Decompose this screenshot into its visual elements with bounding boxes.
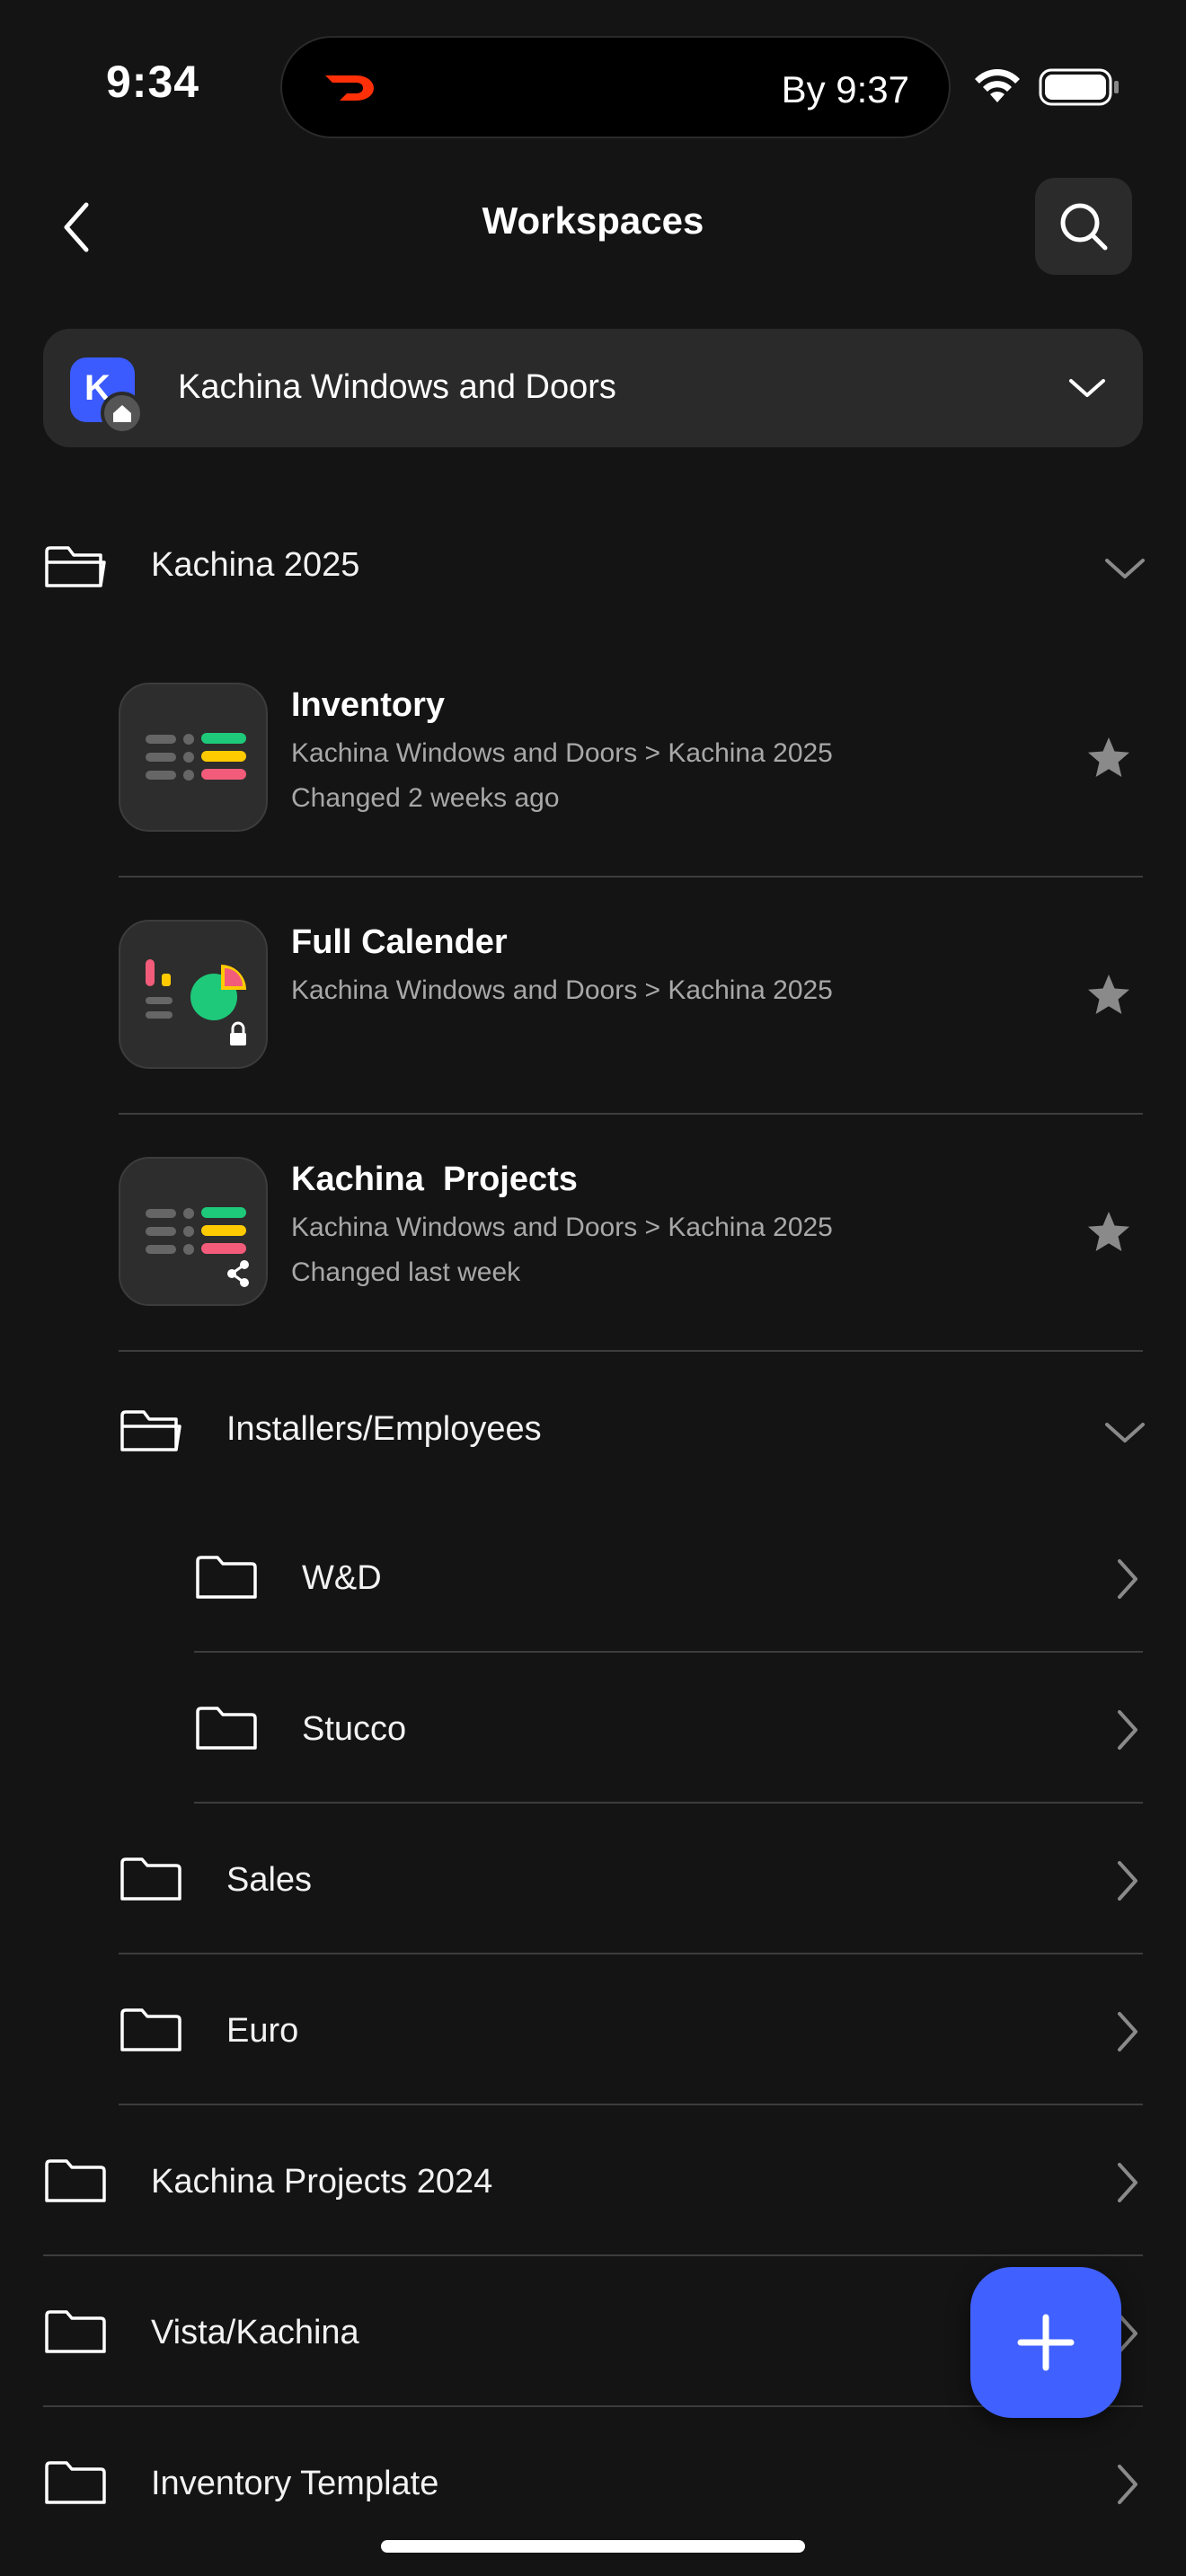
folder-icon: [45, 2310, 106, 2353]
folder-label: Installers/Employees: [226, 1410, 542, 1448]
board-item-full-calender[interactable]: Full Calender Kachina Windows and Doors …: [119, 920, 1143, 1074]
chevron-down-icon: [1105, 1423, 1145, 1442]
chevron-down-icon: [1105, 559, 1145, 578]
divider: [119, 2104, 1143, 2105]
workspace-avatar: K: [70, 357, 144, 435]
divider: [119, 876, 1143, 878]
board-path: Kachina Windows and Doors > Kachina 2025: [291, 738, 833, 768]
table-board-icon: [146, 1207, 249, 1287]
home-indicator[interactable]: [381, 2540, 805, 2553]
battery-icon: [1039, 68, 1119, 106]
doordash-icon: [325, 75, 374, 101]
folder-open-icon: [45, 546, 106, 587]
board-title: Full Calender: [291, 923, 508, 961]
board-icon: [119, 683, 268, 832]
workspace-name: Kachina Windows and Doors: [178, 368, 616, 406]
chevron-right-icon: [1118, 2012, 1137, 2051]
board-title: Kachina Projects: [291, 1160, 578, 1198]
workspace-selector[interactable]: K Kachina Windows and Doors: [43, 329, 1143, 447]
board-icon: [119, 920, 268, 1069]
folder-icon: [120, 2008, 181, 2051]
folder-icon: [45, 2461, 106, 2504]
folder-row-euro[interactable]: Euro: [119, 1996, 1143, 2068]
folder-label: W&D: [302, 1559, 382, 1597]
home-badge: [101, 392, 144, 435]
board-icon: [119, 1157, 268, 1306]
folder-label: Vista/Kachina: [151, 2314, 359, 2351]
delivery-eta: By 9:37: [781, 68, 909, 110]
board-title: Inventory: [291, 686, 446, 724]
board-path: Kachina Windows and Doors > Kachina 2025: [291, 975, 833, 1005]
divider: [119, 1350, 1143, 1352]
star-icon[interactable]: [1085, 735, 1132, 781]
folder-row-stucco[interactable]: Stucco: [194, 1694, 1143, 1766]
dashboard-board-icon: [146, 959, 246, 1045]
folder-label: Sales: [226, 1861, 313, 1899]
add-button[interactable]: [970, 2267, 1121, 2418]
divider: [119, 1113, 1143, 1115]
chevron-right-icon: [1118, 1710, 1137, 1750]
folder-row-sales[interactable]: Sales: [119, 1845, 1143, 1917]
chevron-right-icon: [1118, 2465, 1137, 2504]
folder-label: Stucco: [302, 1710, 407, 1748]
folder-row-kachina-projects-2024[interactable]: Kachina Projects 2024: [43, 2147, 1143, 2219]
folder-row-kachina-2025[interactable]: Kachina 2025: [43, 530, 1145, 602]
board-path: Kachina Windows and Doors > Kachina 2025: [291, 1213, 833, 1242]
divider: [194, 1651, 1143, 1653]
divider: [194, 1802, 1143, 1804]
folder-label: Kachina Projects 2024: [151, 2163, 493, 2201]
board-item-inventory[interactable]: Inventory Kachina Windows and Doors > Ka…: [119, 683, 1143, 837]
chevron-down-icon: [1069, 379, 1105, 397]
star-icon[interactable]: [1085, 1209, 1132, 1256]
folder-row-wd[interactable]: W&D: [194, 1543, 1143, 1615]
chevron-right-icon: [1118, 1559, 1137, 1599]
folder-open-icon: [120, 1410, 181, 1451]
folder-row-inventory-template[interactable]: Inventory Template: [43, 2448, 1143, 2520]
wifi-icon: [975, 69, 1020, 102]
board-changed: Changed 2 weeks ago: [291, 783, 560, 813]
divider: [43, 2254, 1143, 2256]
home-icon: [113, 405, 131, 422]
star-icon[interactable]: [1085, 972, 1132, 1019]
chevron-right-icon: [1118, 2163, 1137, 2202]
board-changed: Changed last week: [291, 1257, 521, 1287]
folder-icon: [120, 1857, 181, 1901]
chevron-right-icon: [1118, 1861, 1137, 1901]
plus-icon: [1017, 2314, 1075, 2371]
table-board-icon: [146, 733, 246, 781]
status-time: 9:34: [106, 57, 200, 107]
search-icon: [1060, 203, 1108, 251]
folder-label: Euro: [226, 2012, 299, 2050]
dynamic-island: By 9:37: [280, 36, 951, 138]
folder-label: Kachina 2025: [151, 546, 360, 584]
divider: [119, 1953, 1143, 1954]
folder-row-installers-employees[interactable]: Installers/Employees: [119, 1392, 1145, 1464]
folder-icon: [196, 1707, 257, 1750]
folder-icon: [196, 1556, 257, 1599]
page-title: Workspaces: [482, 199, 704, 242]
folder-label: Inventory Template: [151, 2465, 439, 2502]
folder-icon: [45, 2159, 106, 2202]
search-button[interactable]: [1035, 178, 1132, 275]
board-item-kachina-projects[interactable]: Kachina Projects Kachina Windows and Doo…: [119, 1157, 1143, 1311]
